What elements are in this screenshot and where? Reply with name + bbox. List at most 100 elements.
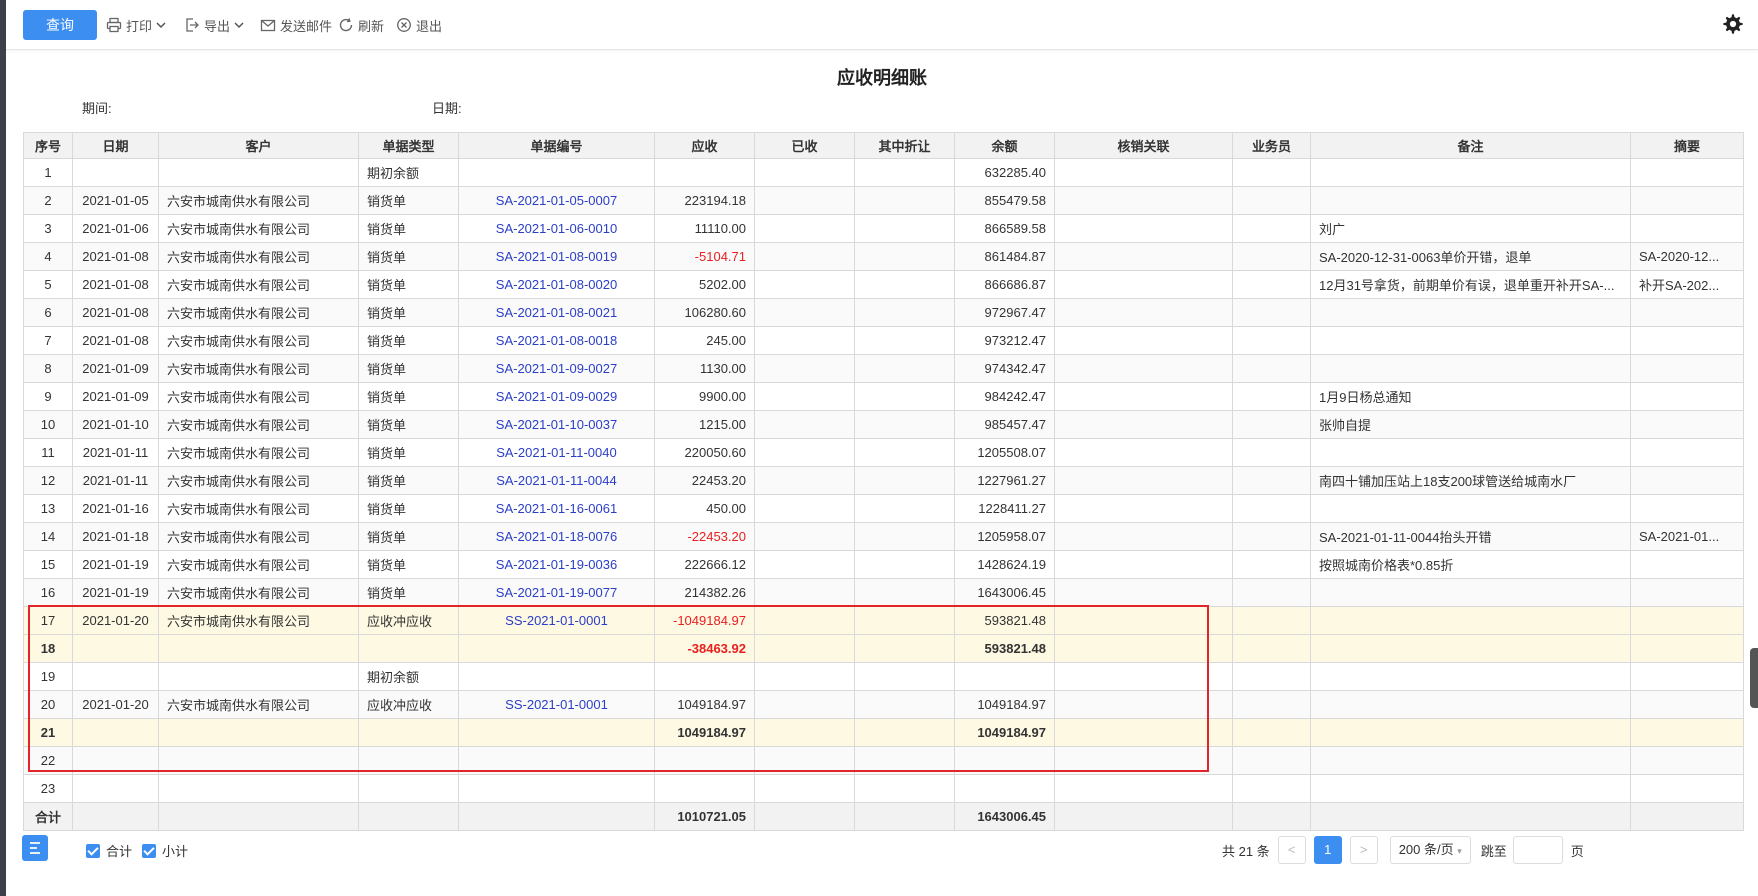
table-row[interactable]: 4 2021-01-08 六安市城南供水有限公司 销货单 SA-2021-01-08-0… bbox=[23, 242, 1744, 271]
cell-no[interactable]: SA-2021-01-08-0020 bbox=[458, 270, 655, 299]
jump-page-input[interactable] bbox=[1512, 836, 1563, 864]
cell-sales bbox=[1232, 774, 1311, 803]
table-row[interactable]: 21 1049184.97 1049184.97 bbox=[23, 718, 1744, 747]
table-row[interactable]: 12 2021-01-11 六安市城南供水有限公司 销货单 SA-2021-01-11-… bbox=[23, 466, 1744, 495]
cell-no[interactable]: SA-2021-01-16-0061 bbox=[458, 494, 655, 523]
cell-type bbox=[358, 774, 459, 803]
table-row[interactable]: 9 2021-01-09 六安市城南供水有限公司 销货单 SA-2021-01-09-0… bbox=[23, 382, 1744, 411]
table-row[interactable]: 22 bbox=[23, 746, 1744, 775]
cell-sales bbox=[1232, 606, 1311, 635]
cell-disc bbox=[854, 774, 955, 803]
column-header[interactable]: 已收 bbox=[754, 132, 855, 159]
cell-customer: 六安市城南供水有限公司 bbox=[158, 382, 359, 411]
cell-recv: 220050.60 bbox=[654, 438, 755, 467]
column-header[interactable]: 备注 bbox=[1310, 132, 1631, 159]
cell-no[interactable]: SA-2021-01-19-0077 bbox=[458, 578, 655, 607]
cell-date bbox=[72, 746, 159, 775]
query-button[interactable]: 查询 bbox=[23, 10, 97, 40]
cell-no[interactable]: SA-2021-01-08-0019 bbox=[458, 242, 655, 271]
cell-disc bbox=[854, 410, 955, 439]
cell-no[interactable]: SA-2021-01-06-0010 bbox=[458, 214, 655, 243]
column-header[interactable]: 摘要 bbox=[1630, 132, 1744, 159]
column-header[interactable]: 单据类型 bbox=[358, 132, 459, 159]
next-page-button[interactable]: > bbox=[1349, 836, 1378, 864]
total-checkbox[interactable]: 合计 bbox=[86, 841, 132, 860]
side-scroll-handle[interactable] bbox=[1750, 648, 1758, 708]
cell-type: 销货单 bbox=[358, 186, 459, 215]
column-settings-button[interactable] bbox=[22, 835, 48, 861]
subtotal-checkbox[interactable]: 小计 bbox=[142, 841, 188, 860]
cell-no[interactable]: SA-2021-01-18-0076 bbox=[458, 522, 655, 551]
table-row[interactable]: 14 2021-01-18 六安市城南供水有限公司 销货单 SA-2021-01-18-… bbox=[23, 522, 1744, 551]
cell-no[interactable]: SS-2021-01-0001 bbox=[458, 606, 655, 635]
cell-recv: 5202.00 bbox=[654, 270, 755, 299]
table-row[interactable]: 13 2021-01-16 六安市城南供水有限公司 销货单 SA-2021-01-16-… bbox=[23, 494, 1744, 523]
table-row[interactable]: 17 2021-01-20 六安市城南供水有限公司 应收冲应收 SS-2021-01-0… bbox=[23, 606, 1744, 635]
cell-no[interactable]: SA-2021-01-19-0036 bbox=[458, 550, 655, 579]
table-row[interactable]: 20 2021-01-20 六安市城南供水有限公司 应收冲应收 SS-2021-01-0… bbox=[23, 690, 1744, 719]
cell-no[interactable]: SA-2021-01-11-0044 bbox=[458, 466, 655, 495]
cell-customer: 六安市城南供水有限公司 bbox=[158, 550, 359, 579]
cell-customer: 六安市城南供水有限公司 bbox=[158, 186, 359, 215]
cell-got bbox=[754, 242, 855, 271]
table-row[interactable]: 10 2021-01-10 六安市城南供水有限公司 销货单 SA-2021-01-10-… bbox=[23, 410, 1744, 439]
cell-no[interactable]: SA-2021-01-11-0040 bbox=[458, 438, 655, 467]
cell-disc bbox=[854, 550, 955, 579]
cell-no[interactable]: SS-2021-01-0001 bbox=[458, 690, 655, 719]
gear-icon[interactable] bbox=[1722, 13, 1744, 35]
cell-got bbox=[754, 522, 855, 551]
cell-bal: 1205508.07 bbox=[954, 438, 1055, 467]
table-row[interactable]: 3 2021-01-06 六安市城南供水有限公司 销货单 SA-2021-01-06-0… bbox=[23, 214, 1744, 243]
send-email-button[interactable]: 发送邮件 bbox=[260, 14, 332, 36]
page-1-button[interactable]: 1 bbox=[1313, 836, 1342, 864]
table-row[interactable]: 18 -38463.92 593821.48 bbox=[23, 634, 1744, 663]
cell-no[interactable]: SA-2021-01-08-0021 bbox=[458, 298, 655, 327]
table-row[interactable]: 19 期初余额 bbox=[23, 662, 1744, 691]
cell-customer: 六安市城南供水有限公司 bbox=[158, 578, 359, 607]
table-row[interactable]: 7 2021-01-08 六安市城南供水有限公司 销货单 SA-2021-01-08-0… bbox=[23, 326, 1744, 355]
table-row[interactable]: 23 bbox=[23, 774, 1744, 803]
print-menu[interactable]: 打印 bbox=[106, 14, 166, 36]
table-row[interactable]: 11 2021-01-11 六安市城南供水有限公司 销货单 SA-2021-01-11-… bbox=[23, 438, 1744, 467]
cell-note: SA-2020-12-31-0063单价开错，退单 bbox=[1310, 242, 1631, 271]
column-header[interactable]: 日期 bbox=[72, 132, 159, 159]
chevron-down-icon: ▾ bbox=[1457, 846, 1462, 856]
table-row[interactable]: 5 2021-01-08 六安市城南供水有限公司 销货单 SA-2021-01-08-0… bbox=[23, 270, 1744, 299]
column-header[interactable]: 其中折让 bbox=[854, 132, 955, 159]
cell-sales bbox=[1232, 270, 1311, 299]
column-header[interactable]: 序号 bbox=[23, 132, 73, 159]
cell-no[interactable]: SA-2021-01-10-0037 bbox=[458, 410, 655, 439]
cell-customer: 六安市城南供水有限公司 bbox=[158, 606, 359, 635]
table-row[interactable]: 6 2021-01-08 六安市城南供水有限公司 销货单 SA-2021-01-08-0… bbox=[23, 298, 1744, 327]
cell-bal: 1228411.27 bbox=[954, 494, 1055, 523]
column-header[interactable]: 余额 bbox=[954, 132, 1055, 159]
table-row[interactable]: 1 期初余额 632285.40 bbox=[23, 158, 1744, 187]
column-header[interactable]: 客户 bbox=[158, 132, 359, 159]
table-row[interactable]: 2 2021-01-05 六安市城南供水有限公司 销货单 SA-2021-01-05-0… bbox=[23, 186, 1744, 215]
cell-sales bbox=[1232, 578, 1311, 607]
column-header[interactable]: 核销关联 bbox=[1054, 132, 1233, 159]
cell-recv: 1215.00 bbox=[654, 410, 755, 439]
exit-button[interactable]: 退出 bbox=[396, 14, 442, 36]
cell-no[interactable]: SA-2021-01-05-0007 bbox=[458, 186, 655, 215]
cell-sales bbox=[1232, 382, 1311, 411]
column-header[interactable]: 业务员 bbox=[1232, 132, 1311, 159]
cell-seq: 10 bbox=[23, 410, 73, 439]
refresh-button[interactable]: 刷新 bbox=[338, 14, 384, 36]
prev-page-button[interactable]: < bbox=[1277, 836, 1306, 864]
cell-no[interactable]: SA-2021-01-09-0029 bbox=[458, 382, 655, 411]
export-menu[interactable]: 导出 bbox=[184, 14, 244, 36]
cell-customer bbox=[158, 746, 359, 775]
column-header[interactable]: 单据编号 bbox=[458, 132, 655, 159]
cell-bal: 593821.48 bbox=[954, 634, 1055, 663]
page-size-select[interactable]: 200 条/页 ▾ bbox=[1389, 836, 1471, 864]
table-row[interactable]: 16 2021-01-19 六安市城南供水有限公司 销货单 SA-2021-01-19-… bbox=[23, 578, 1744, 607]
table-row[interactable]: 8 2021-01-09 六安市城南供水有限公司 销货单 SA-2021-01-09-0… bbox=[23, 354, 1744, 383]
table-row[interactable]: 15 2021-01-19 六安市城南供水有限公司 销货单 SA-2021-01-19-… bbox=[23, 550, 1744, 579]
cell-note: SA-2021-01-11-0044抬头开错 bbox=[1310, 522, 1631, 551]
cell-bal: 593821.48 bbox=[954, 606, 1055, 635]
cell-no[interactable]: SA-2021-01-08-0018 bbox=[458, 326, 655, 355]
cell-bal: 1643006.45 bbox=[954, 578, 1055, 607]
column-header[interactable]: 应收 bbox=[654, 132, 755, 159]
cell-no[interactable]: SA-2021-01-09-0027 bbox=[458, 354, 655, 383]
